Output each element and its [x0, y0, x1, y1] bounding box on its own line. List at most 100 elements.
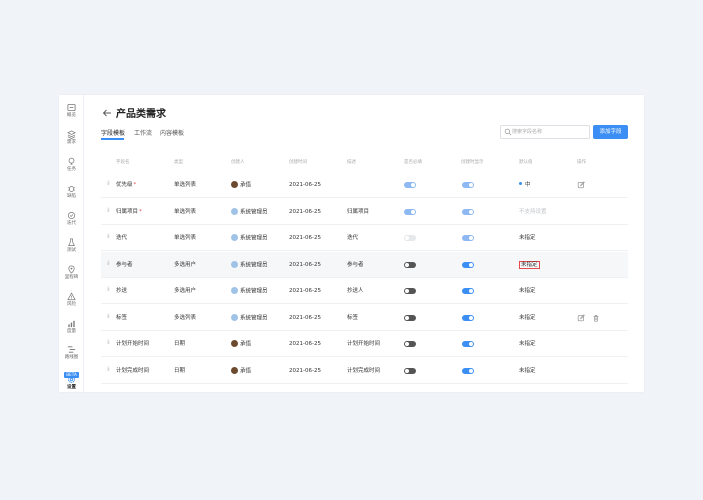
required-toggle[interactable] [404, 182, 416, 188]
bug-icon [67, 185, 76, 193]
show-on-create-toggle[interactable] [462, 235, 474, 241]
table-row[interactable]: ⁞⁞ 归属项目* 单选列表 系统管理员 2021-06-25 归属项目 不支持设置 [101, 199, 628, 225]
field-default-value[interactable]: 未指定 [519, 340, 536, 348]
field-created-time: 2021-06-25 [289, 341, 321, 347]
required-toggle[interactable] [404, 208, 416, 215]
priority-dot [519, 182, 522, 185]
show-on-create-toggle[interactable] [462, 208, 474, 215]
search-box [500, 125, 590, 139]
field-default-value[interactable]: 中 [519, 181, 531, 189]
sidebar-item-bugs[interactable]: 缺陷 [59, 184, 84, 200]
column-header-actions: 操作 [577, 160, 586, 165]
sidebar-item-iterations[interactable]: 迭代 [59, 211, 84, 227]
table-row[interactable]: ⁞⁞ 参与者 多选用户 系统管理员 2021-06-25 参与者 未指定 [101, 251, 628, 278]
drag-handle-icon[interactable]: ⁞⁞ [107, 339, 110, 347]
table-row[interactable]: ⁞⁞ 迭代 单选列表 系统管理员 2021-06-25 迭代 未指定 [101, 225, 628, 251]
field-creator: 系统管理员 [231, 313, 268, 323]
creator-name: 系统管理员 [240, 235, 268, 242]
field-default-value[interactable]: 未指定 [519, 260, 540, 269]
field-default-value[interactable]: 未指定 [519, 287, 536, 295]
field-creator: 承悟 [231, 181, 251, 190]
tab-content-template[interactable]: 内容模板 [160, 128, 184, 137]
sidebar-item-settings[interactable]: 设置 [59, 375, 84, 391]
drag-handle-icon[interactable]: ⁞⁞ [107, 180, 110, 188]
required-mark: * [139, 208, 142, 215]
show-on-create-toggle[interactable] [462, 367, 474, 374]
field-creator: 承悟 [231, 340, 251, 349]
drag-handle-icon[interactable]: ⁞⁞ [107, 286, 110, 294]
drag-handle-icon[interactable]: ⁞⁞ [107, 366, 110, 374]
field-default-value[interactable]: 未指定 [519, 367, 536, 375]
tab-field-template[interactable]: 字段模板 [101, 128, 125, 137]
search-icon [504, 128, 512, 136]
search-input[interactable] [512, 126, 588, 138]
sidebar-item-testing[interactable]: 测试 [59, 238, 84, 254]
sidebar-item-label: 测试 [67, 248, 76, 253]
sidebar-item-metrics[interactable]: 度量 [59, 319, 84, 335]
required-toggle[interactable] [404, 341, 416, 347]
field-name: 标签 [116, 314, 127, 322]
field-name: 计划完成时间 [116, 367, 149, 375]
tab-workflow[interactable]: 工作流 [134, 128, 152, 137]
field-type: 日期 [174, 367, 186, 374]
field-creator: 承悟 [231, 366, 251, 376]
field-default-value[interactable]: 未指定 [519, 234, 536, 242]
field-type: 多选用户 [174, 288, 197, 294]
sidebar: 概览 需求 任务 缺陷 迭代 测试 里程碑 风险 度量 路线图 BETA 设置 [59, 95, 84, 392]
creator-name: 系统管理员 [240, 209, 268, 215]
field-default-value: 不支持设置 [519, 208, 547, 216]
avatar [231, 234, 238, 241]
sidebar-item-requirements[interactable]: 需求 [59, 130, 84, 146]
required-toggle[interactable] [404, 367, 416, 374]
table-row[interactable]: ⁞⁞ 计划开始时间 日期 承悟 2021-06-25 计划开始时间 未指定 [101, 331, 628, 357]
show-on-create-toggle[interactable] [462, 182, 474, 188]
sidebar-item-label: 里程碑 [64, 275, 79, 280]
field-name: 参与者 [116, 261, 133, 269]
add-field-button[interactable]: 添加字段 [593, 125, 628, 139]
field-created-time: 2021-06-25 [289, 208, 321, 215]
field-name: 迭代 [116, 234, 127, 242]
field-description: 标签 [347, 314, 359, 321]
table-row[interactable]: ⁞⁞ 计划完成时间 日期 承悟 2021-06-25 计划完成时间 未指定 [101, 358, 628, 384]
sidebar-item-label: 设置 [67, 385, 76, 390]
app-window: 概览 需求 任务 缺陷 迭代 测试 里程碑 风险 度量 路线图 BETA 设置 … [59, 95, 644, 392]
sidebar-item-milestones[interactable]: 里程碑 [59, 265, 84, 281]
gear-icon [68, 376, 75, 383]
chart-icon [68, 320, 75, 328]
back-button[interactable] [102, 108, 112, 121]
required-toggle[interactable] [404, 314, 416, 321]
required-toggle[interactable] [404, 261, 416, 268]
default-value-text: 不支持设置 [519, 208, 547, 215]
sidebar-item-overview[interactable]: 概览 [59, 103, 84, 119]
edit-icon[interactable] [577, 181, 585, 189]
creator-name: 系统管理员 [240, 288, 268, 295]
edit-icon[interactable] [577, 313, 585, 322]
layers-icon [67, 130, 76, 139]
sidebar-item-label: 路线图 [64, 355, 79, 360]
required-toggle[interactable] [404, 288, 416, 294]
sidebar-item-tasks[interactable]: 任务 [59, 157, 84, 173]
drag-handle-icon[interactable]: ⁞⁞ [107, 233, 110, 241]
sidebar-item-risks[interactable]: 风险 [59, 292, 84, 308]
show-on-create-toggle[interactable] [462, 288, 474, 294]
field-description: 抄送人 [347, 288, 364, 294]
column-header-type: 类型 [174, 160, 183, 165]
table-row[interactable]: ⁞⁞ 优先级* 单选列表 承悟 2021-06-25 中 [101, 172, 628, 198]
field-default-value[interactable]: 未指定 [519, 314, 536, 322]
show-on-create-toggle[interactable] [462, 261, 474, 268]
field-description: 参与者 [347, 261, 364, 268]
drag-handle-icon[interactable]: ⁞⁞ [107, 313, 110, 321]
field-created-time: 2021-06-25 [289, 367, 321, 374]
field-created-time: 2021-06-25 [289, 314, 321, 321]
field-name-text: 标签 [116, 314, 128, 321]
show-on-create-toggle[interactable] [462, 341, 474, 347]
show-on-create-toggle[interactable] [462, 314, 474, 321]
table-row[interactable]: ⁞⁞ 标签 多选列表 系统管理员 2021-06-25 标签 未指定 [101, 305, 628, 331]
drag-handle-icon[interactable]: ⁞⁞ [107, 260, 110, 268]
trash-icon[interactable] [592, 314, 600, 322]
sidebar-item-label: 需求 [67, 140, 76, 145]
drag-handle-icon[interactable]: ⁞⁞ [107, 207, 110, 215]
default-value-text: 未指定 [519, 314, 536, 321]
table-row[interactable]: ⁞⁞ 抄送 多选用户 系统管理员 2021-06-25 抄送人 未指定 [101, 278, 628, 304]
default-value-text: 未指定 [519, 260, 540, 269]
